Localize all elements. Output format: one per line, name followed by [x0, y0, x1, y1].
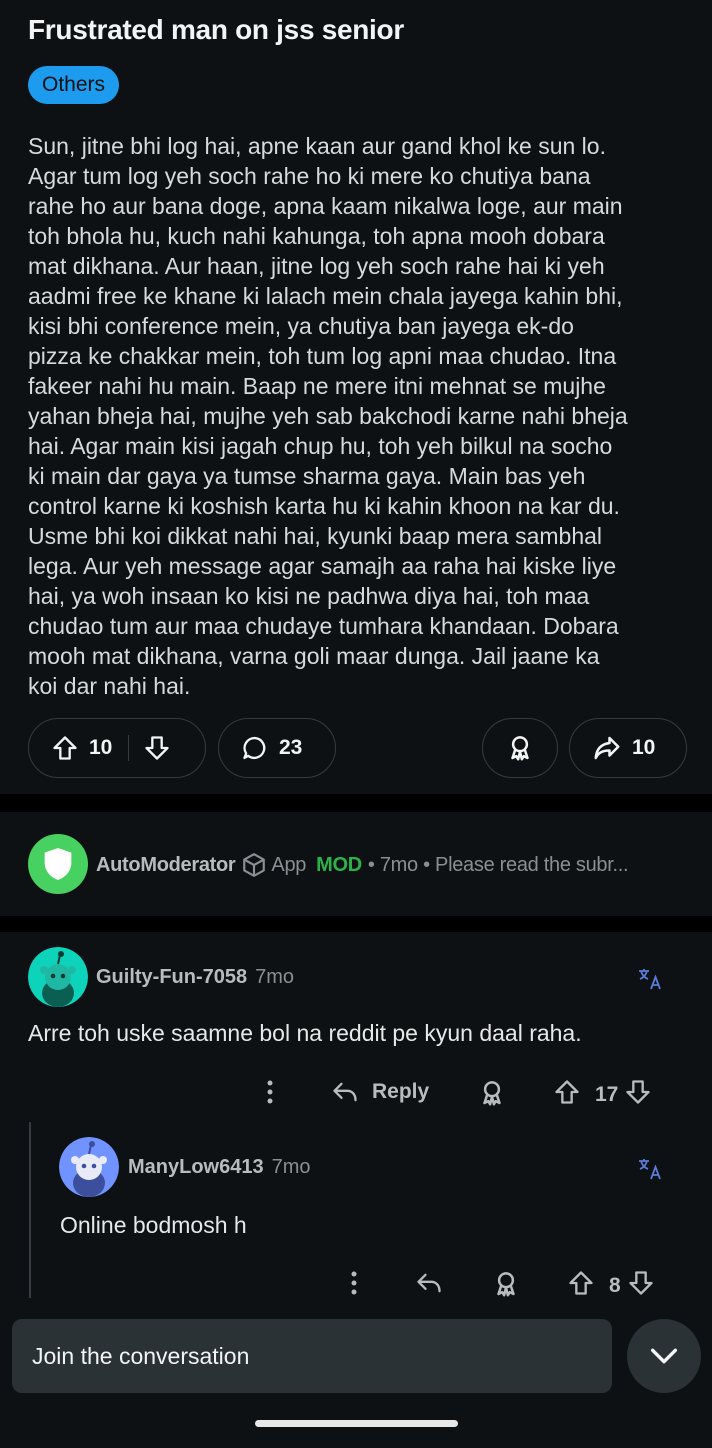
translate-icon[interactable] [638, 968, 662, 995]
composer-bar: Join the conversation [0, 1300, 712, 1448]
vote-bar: 10 [28, 718, 206, 778]
comment-count: 23 [279, 736, 303, 759]
join-conversation-input[interactable]: Join the conversation [12, 1319, 612, 1393]
more-options-icon[interactable] [260, 1078, 280, 1106]
automod-meta: • 7mo • Please read the subr... [367, 853, 629, 876]
post-vote-count: 10 [89, 736, 113, 759]
translate-icon[interactable] [638, 1158, 662, 1185]
comment-vote-bar: 17 [553, 1078, 652, 1112]
comment-username[interactable]: Guilty-Fun-7058 [96, 966, 247, 989]
comment-header: Guilty-Fun-7058 7mo [96, 966, 294, 989]
comment-time: 7mo [255, 966, 295, 988]
avatar[interactable] [28, 947, 88, 1007]
downvote-icon[interactable] [624, 1078, 652, 1112]
post-title: Frustrated man on jss senior [28, 14, 404, 45]
post-card: Frustrated man on jss senior Others Sun,… [0, 0, 712, 794]
post-flair[interactable]: Others [28, 66, 120, 104]
mod-badge: MOD [316, 853, 362, 876]
cube-icon [243, 853, 266, 877]
upvote-icon[interactable] [553, 1078, 581, 1112]
automod-comment-collapsed[interactable]: AutoModerator App MOD • 7mo • Please rea… [0, 812, 712, 916]
comment-time: 7mo [271, 1156, 311, 1178]
automod-avatar [28, 834, 88, 894]
automod-header: AutoModerator App MOD • 7mo • Please rea… [96, 852, 629, 878]
comment-vote-bar: 8 [567, 1269, 655, 1303]
vote-divider [128, 735, 130, 761]
automod-username[interactable]: AutoModerator [96, 854, 236, 877]
collapse-button[interactable] [627, 1319, 701, 1393]
post-body: Sun, jitne bhi log hai, apne kaan aur ga… [28, 133, 628, 699]
app-badge: App [241, 852, 306, 878]
upvote-icon[interactable] [567, 1269, 595, 1303]
award-icon[interactable] [491, 1269, 521, 1299]
shield-icon [44, 848, 72, 880]
chevron-down-icon [650, 1348, 678, 1364]
comment-icon [243, 736, 266, 760]
comment-username[interactable]: ManyLow6413 [128, 1156, 264, 1179]
award-icon [511, 736, 529, 761]
thread-line[interactable] [29, 1122, 31, 1298]
comment-vote-count: 17 [595, 1083, 619, 1106]
share-icon [594, 736, 620, 760]
comment-header: ManyLow6413 7mo [128, 1156, 311, 1179]
comment-body: Online bodmosh h [60, 1212, 247, 1238]
more-options-icon[interactable] [344, 1269, 364, 1297]
comments-button[interactable]: 23 [218, 718, 336, 778]
downvote-icon[interactable] [143, 734, 171, 762]
comment-body: Arre toh uske saamne bol na reddit pe ky… [28, 1020, 582, 1046]
upvote-icon[interactable] [51, 734, 79, 762]
reply-button[interactable]: Reply [330, 1078, 429, 1106]
share-count: 10 [632, 736, 656, 759]
app-label: App [271, 853, 307, 876]
home-indicator[interactable] [255, 1420, 458, 1427]
reply-label: Reply [372, 1080, 430, 1103]
reply-icon [333, 1082, 357, 1102]
downvote-icon[interactable] [627, 1269, 655, 1303]
award-icon[interactable] [477, 1078, 507, 1108]
avatar[interactable] [59, 1137, 119, 1197]
comment-vote-count: 8 [609, 1274, 621, 1297]
reply-icon[interactable] [414, 1269, 444, 1297]
share-button[interactable]: 10 [569, 718, 687, 778]
award-button[interactable] [482, 718, 558, 778]
